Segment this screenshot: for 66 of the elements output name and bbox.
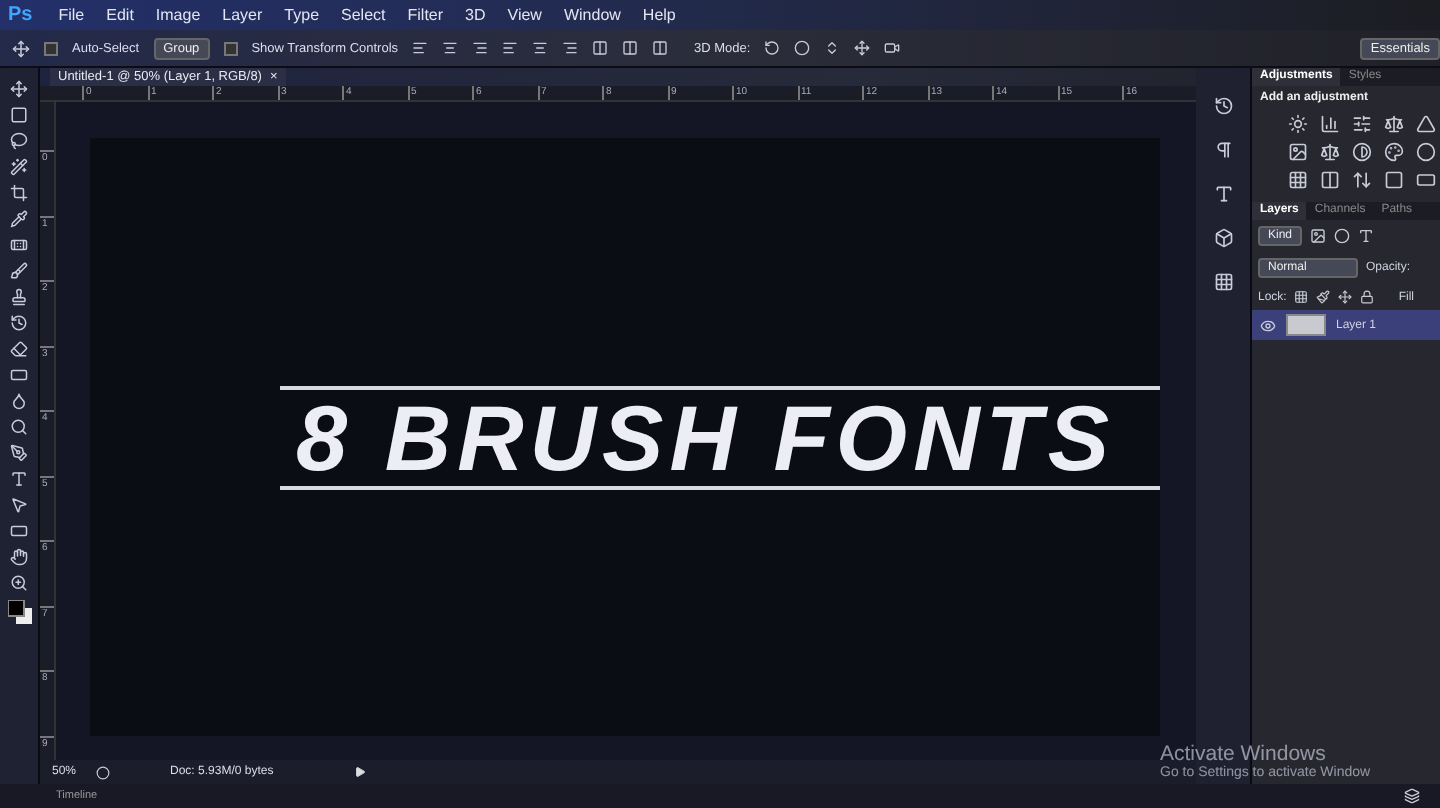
color-swatches-icon[interactable] — [7, 600, 31, 624]
menu-item[interactable]: Help — [642, 6, 676, 24]
mode-3d-icon[interactable] — [764, 40, 781, 56]
menu-item[interactable]: Filter — [407, 6, 444, 24]
adjustment-icon[interactable] — [1416, 142, 1440, 162]
crop-tool-icon[interactable] — [10, 184, 28, 202]
layers-icon[interactable] — [1404, 788, 1420, 804]
eyedropper-tool-icon[interactable] — [10, 210, 28, 228]
menu-item[interactable]: Type — [284, 6, 320, 24]
filter-icon[interactable] — [1358, 228, 1375, 244]
align-icon[interactable] — [652, 40, 669, 56]
status-icon — [96, 765, 111, 779]
checkbox[interactable] — [44, 41, 58, 55]
panel-icon[interactable] — [1213, 96, 1233, 116]
menu-item[interactable]: Window — [563, 6, 621, 24]
adjustment-icon[interactable] — [1416, 114, 1440, 134]
mode-3d-icon[interactable] — [884, 40, 901, 56]
quick-selection-tool-icon[interactable] — [10, 158, 28, 176]
type-tool-icon[interactable] — [10, 470, 28, 488]
shape-tool-icon[interactable] — [10, 522, 28, 540]
align-icon[interactable] — [622, 40, 639, 56]
path-selection-tool-icon[interactable] — [10, 496, 28, 514]
bandage-tool-icon[interactable] — [10, 236, 28, 254]
menu-item[interactable]: View — [507, 6, 542, 24]
panel-icon[interactable] — [1213, 228, 1233, 248]
zoom-tool-icon[interactable] — [10, 574, 28, 592]
menu-item[interactable]: Image — [155, 6, 201, 24]
filter-icon[interactable] — [1310, 228, 1327, 244]
menu-item[interactable]: Select — [341, 6, 386, 24]
pen-tool-icon[interactable] — [10, 444, 28, 462]
history-brush-tool-icon[interactable] — [10, 314, 28, 332]
move-tool-icon[interactable] — [10, 80, 28, 98]
mode-3d-icon[interactable] — [794, 40, 811, 56]
menu-item[interactable]: 3D — [465, 6, 486, 24]
mode-3d-icon[interactable] — [824, 40, 841, 56]
stamp-tool-icon[interactable] — [10, 288, 28, 306]
move-tool-icon[interactable] — [12, 39, 30, 57]
menu-item[interactable]: Edit — [106, 6, 134, 24]
brush-tool-icon[interactable] — [10, 262, 28, 280]
align-icon[interactable] — [412, 40, 429, 56]
panel-icon[interactable] — [1213, 140, 1233, 160]
play-icon[interactable] — [353, 766, 366, 778]
layer-thumbnail — [1286, 314, 1326, 336]
hand-tool-icon[interactable] — [10, 548, 28, 566]
eraser-tool-icon[interactable] — [10, 340, 28, 358]
menu-item[interactable]: Layer — [222, 6, 263, 24]
align-icon[interactable] — [472, 40, 489, 56]
align-icon[interactable] — [502, 40, 519, 56]
adjustment-icon[interactable] — [1416, 170, 1440, 190]
panel-icon[interactable] — [1213, 272, 1233, 292]
panel-icon[interactable] — [1213, 184, 1233, 204]
drop-tool-icon[interactable] — [10, 392, 28, 410]
notice-title: Activate Windows — [1160, 742, 1326, 766]
filter-icon[interactable] — [1334, 228, 1351, 244]
checkbox[interactable] — [223, 41, 238, 55]
canvas-headline: 8 BRUSH FONTS — [294, 389, 1118, 485]
lasso-tool-icon[interactable] — [10, 132, 28, 150]
align-icon[interactable] — [532, 40, 549, 56]
align-icon[interactable] — [592, 40, 609, 56]
visibility-icon[interactable] — [1260, 317, 1276, 333]
app-logo: Ps — [8, 4, 33, 26]
mode-3d-icon[interactable] — [854, 40, 871, 56]
align-icon[interactable] — [442, 40, 459, 56]
menu-item[interactable]: File — [58, 6, 85, 24]
marquee-tool-icon[interactable] — [10, 106, 28, 124]
align-icon[interactable] — [562, 40, 579, 56]
